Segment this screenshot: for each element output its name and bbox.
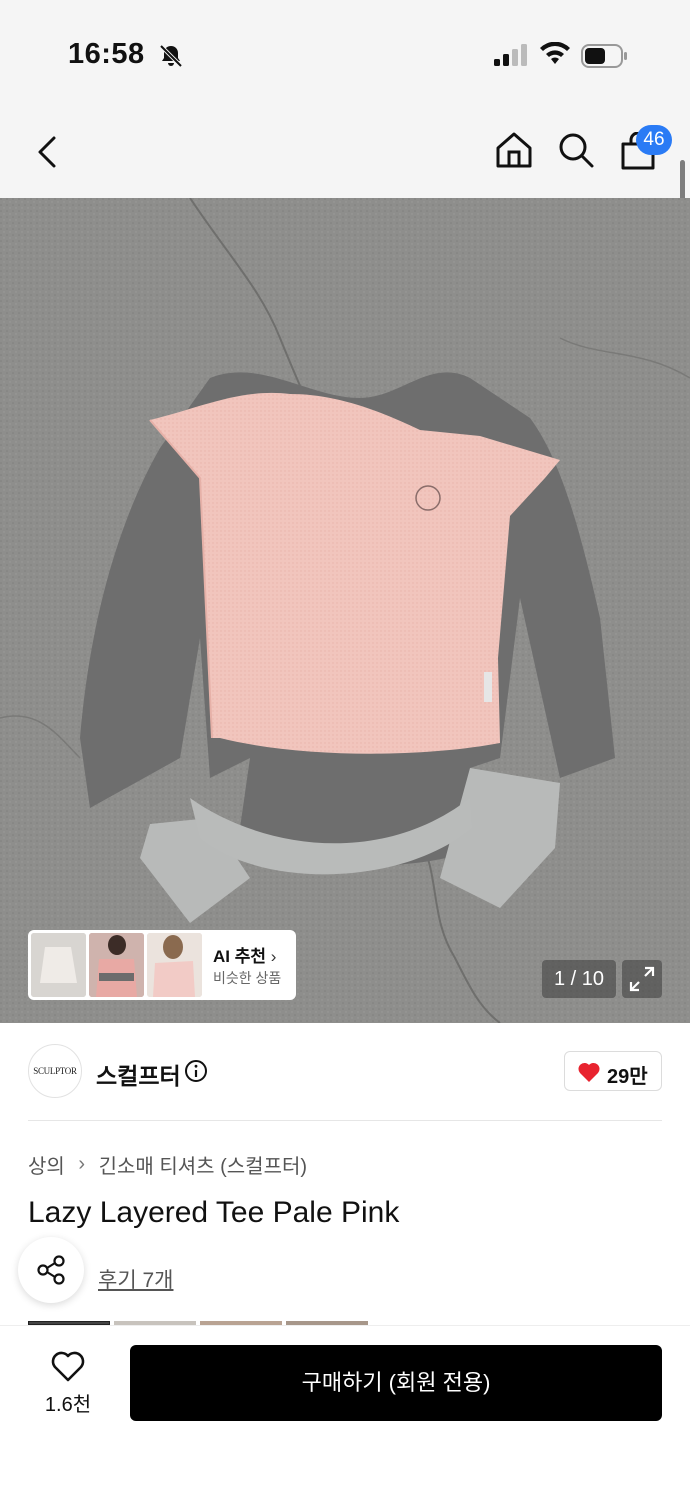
product-title: Lazy Layered Tee Pale Pink	[28, 1196, 400, 1229]
chevron-right-icon: ›	[78, 1153, 86, 1175]
ai-recommend-subtitle: 비슷한 상품	[213, 970, 282, 986]
breadcrumb: 상의 › 긴소매 티셔츠 (스컬프터)	[28, 1150, 307, 1179]
product-image-gallery[interactable]: AI 추천 › 비슷한 상품 1 / 10	[0, 198, 690, 1023]
search-icon[interactable]	[556, 130, 596, 170]
ai-thumb-3[interactable]	[147, 933, 202, 997]
breadcrumb-item[interactable]: 긴소매 티셔츠 (스컬프터)	[99, 1150, 307, 1179]
bell-slash-icon	[159, 44, 183, 68]
heart-filled-icon	[578, 1062, 600, 1082]
heart-outline-icon[interactable]	[50, 1349, 86, 1383]
chevron-right-icon: ›	[270, 947, 277, 966]
brand-like-count: 29만	[607, 1066, 648, 1088]
wifi-icon	[540, 42, 570, 64]
buy-button[interactable]: 구매하기 (회원 전용)	[130, 1345, 662, 1421]
ai-thumb-1[interactable]	[31, 933, 86, 997]
brand-name[interactable]: 스컬프터	[96, 1057, 181, 1091]
expand-icon	[629, 966, 655, 992]
brand-logo[interactable]: SCULPTOR	[28, 1044, 82, 1098]
cart-count-badge: 46	[636, 125, 672, 155]
info-icon[interactable]	[184, 1059, 208, 1083]
status-time: 16:58	[68, 38, 145, 70]
back-arrow-icon[interactable]	[28, 130, 68, 174]
brand-like-button[interactable]: 29만	[564, 1051, 662, 1091]
review-count-link[interactable]: 후기 7개	[98, 1264, 173, 1294]
ai-recommendation-card[interactable]: AI 추천 › 비슷한 상품	[28, 930, 296, 1000]
ai-thumb-2[interactable]	[89, 933, 144, 997]
ai-recommend-title: AI 추천 ›	[213, 947, 277, 966]
expand-image-button[interactable]	[622, 960, 662, 998]
share-icon	[37, 1255, 65, 1285]
status-bar: 16:58	[0, 0, 690, 100]
divider	[28, 1120, 662, 1121]
top-nav-bar	[0, 100, 690, 198]
share-button[interactable]	[18, 1237, 84, 1303]
breadcrumb-item[interactable]: 상의	[28, 1150, 65, 1179]
cellular-signal-icon	[494, 44, 527, 66]
home-icon[interactable]	[494, 130, 534, 170]
wish-count: 1.6천	[44, 1394, 92, 1416]
product-photo	[0, 198, 690, 1023]
image-page-counter: 1 / 10	[542, 960, 616, 998]
battery-icon	[581, 44, 627, 68]
